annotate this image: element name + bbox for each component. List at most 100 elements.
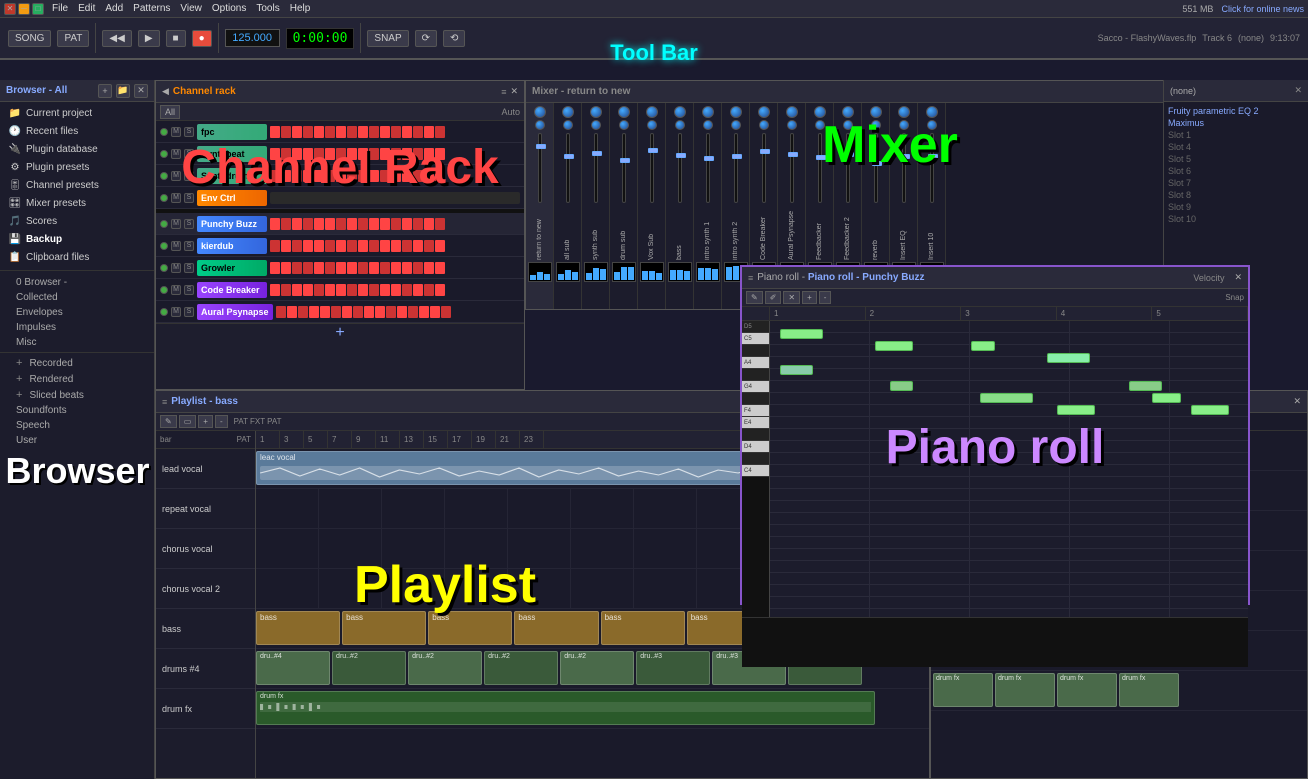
channel-mute[interactable]: M	[171, 171, 181, 181]
pad[interactable]	[331, 306, 341, 318]
mixer-fader-13[interactable]	[902, 133, 906, 203]
pad[interactable]	[358, 218, 368, 230]
pl-right-block-drumfx-3[interactable]: drum fx	[1057, 673, 1117, 707]
channel-led[interactable]	[160, 242, 168, 250]
pr-key-e4[interactable]: E4	[742, 417, 769, 429]
pad[interactable]	[441, 306, 451, 318]
pad[interactable]	[347, 218, 357, 230]
pad[interactable]	[270, 240, 280, 252]
channel-mute[interactable]: M	[171, 285, 181, 295]
browser-sub-item-collected[interactable]: Collected	[0, 290, 154, 305]
mixer-knob2-8[interactable]	[759, 120, 769, 130]
pad[interactable]	[380, 262, 390, 274]
mixer-knob-2[interactable]	[590, 106, 602, 118]
pad[interactable]	[380, 218, 390, 230]
channel-led[interactable]	[160, 286, 168, 294]
pad[interactable]	[336, 284, 346, 296]
pad[interactable]	[347, 170, 357, 182]
pad[interactable]	[270, 126, 280, 138]
pad[interactable]	[358, 262, 368, 274]
pr-note-c5-1[interactable]	[875, 341, 913, 351]
mixer-fader-7[interactable]	[734, 133, 738, 203]
mixer-fader-12[interactable]	[874, 133, 878, 203]
pr-note-e4-5b[interactable]	[1191, 405, 1229, 415]
pad[interactable]	[435, 284, 445, 296]
pr-zoom-out[interactable]: -	[819, 291, 832, 304]
pad[interactable]	[303, 240, 313, 252]
pr-key-b4[interactable]	[742, 345, 769, 357]
effect-slot-5[interactable]: Slot 5	[1168, 154, 1304, 164]
pad[interactable]	[281, 262, 291, 274]
pl-block-drums4-5[interactable]: dru..#2	[560, 651, 634, 685]
pad[interactable]	[270, 262, 280, 274]
piano-roll-close[interactable]: ✕	[1234, 272, 1242, 283]
browser-folder-icon[interactable]: 📁	[116, 84, 130, 98]
browser-item-plugin-presets[interactable]: ⚙ Plugin presets	[0, 158, 154, 176]
pad[interactable]	[292, 218, 302, 230]
pl-block-drums4-6[interactable]: dru..#3	[636, 651, 710, 685]
pad[interactable]	[435, 170, 445, 182]
channel-solo[interactable]: S	[184, 149, 194, 159]
mixer-knob2-4[interactable]	[647, 120, 657, 130]
mixer-knob-6[interactable]	[702, 106, 714, 118]
pad[interactable]	[292, 240, 302, 252]
pad[interactable]	[336, 148, 346, 160]
pad[interactable]	[391, 262, 401, 274]
play-button[interactable]: ▶	[138, 30, 160, 47]
browser-item-plugin-db[interactable]: 🔌 Plugin database	[0, 140, 154, 158]
pad[interactable]	[391, 218, 401, 230]
channel-rack-arrow-left[interactable]: ◀	[162, 86, 169, 97]
mixer-fader-4[interactable]	[650, 133, 654, 203]
mixer-knob-12[interactable]	[870, 106, 882, 118]
browser-new-icon[interactable]: +	[98, 84, 112, 98]
channel-mute[interactable]: M	[171, 307, 181, 317]
pad[interactable]	[314, 284, 324, 296]
browser-item-channel-presets[interactable]: 🎚 Channel presets	[0, 176, 154, 194]
pad[interactable]	[270, 284, 280, 296]
menu-help[interactable]: Help	[290, 3, 311, 14]
browser-sub-item-misc[interactable]: Misc	[0, 335, 154, 350]
pad[interactable]	[303, 126, 313, 138]
mixer-fader-9[interactable]	[790, 133, 794, 203]
pad[interactable]	[347, 262, 357, 274]
mixer-fader-0[interactable]	[538, 133, 542, 203]
menu-add[interactable]: Add	[105, 3, 123, 14]
channel-led[interactable]	[160, 172, 168, 180]
channel-name[interactable]: Synthbeat	[197, 146, 267, 162]
rack-add-channel-button[interactable]: +	[156, 323, 524, 341]
mixer-channel-3[interactable]: drum sub	[610, 103, 638, 309]
pad[interactable]	[309, 306, 319, 318]
mixer-right-close[interactable]: ✕	[1294, 85, 1302, 96]
mixer-knob-5[interactable]	[674, 106, 686, 118]
pad[interactable]	[314, 148, 324, 160]
pl-block-drums4-4[interactable]: dru..#2	[484, 651, 558, 685]
pr-draw-tool[interactable]: ✐	[765, 291, 782, 304]
pad[interactable]	[402, 170, 412, 182]
browser-sub-item-envelopes[interactable]: Envelopes	[0, 305, 154, 320]
pad[interactable]	[413, 284, 423, 296]
mixer-channel-5[interactable]: bass	[666, 103, 694, 309]
pad[interactable]	[270, 170, 280, 182]
menu-tools[interactable]: Tools	[256, 3, 279, 14]
pr-key-d4[interactable]: D4	[742, 441, 769, 453]
pad[interactable]	[303, 262, 313, 274]
pad[interactable]	[369, 218, 379, 230]
channel-name[interactable]: Aural Psynapse	[197, 304, 273, 320]
effect-item-maximus[interactable]: Maximus	[1168, 118, 1304, 128]
channel-mute[interactable]: M	[171, 263, 181, 273]
status-news[interactable]: Click for online news	[1221, 4, 1304, 14]
pad[interactable]	[353, 306, 363, 318]
pad[interactable]	[413, 218, 423, 230]
channel-name[interactable]: Env Ctrl	[197, 190, 267, 206]
pr-zoom-in[interactable]: +	[802, 291, 817, 304]
playlist-track-chorus-vocal2[interactable]: chorus vocal 2	[156, 569, 255, 609]
pl-block-bass-3[interactable]: bass	[428, 611, 512, 645]
pad[interactable]	[303, 218, 313, 230]
mixer-knob-0[interactable]	[534, 106, 546, 118]
pad[interactable]	[358, 170, 368, 182]
pl-zoom-out[interactable]: -	[215, 415, 228, 428]
pad[interactable]	[292, 284, 302, 296]
effect-slot-1[interactable]: Slot 1	[1168, 130, 1304, 140]
pad[interactable]	[292, 262, 302, 274]
pad[interactable]	[408, 306, 418, 318]
